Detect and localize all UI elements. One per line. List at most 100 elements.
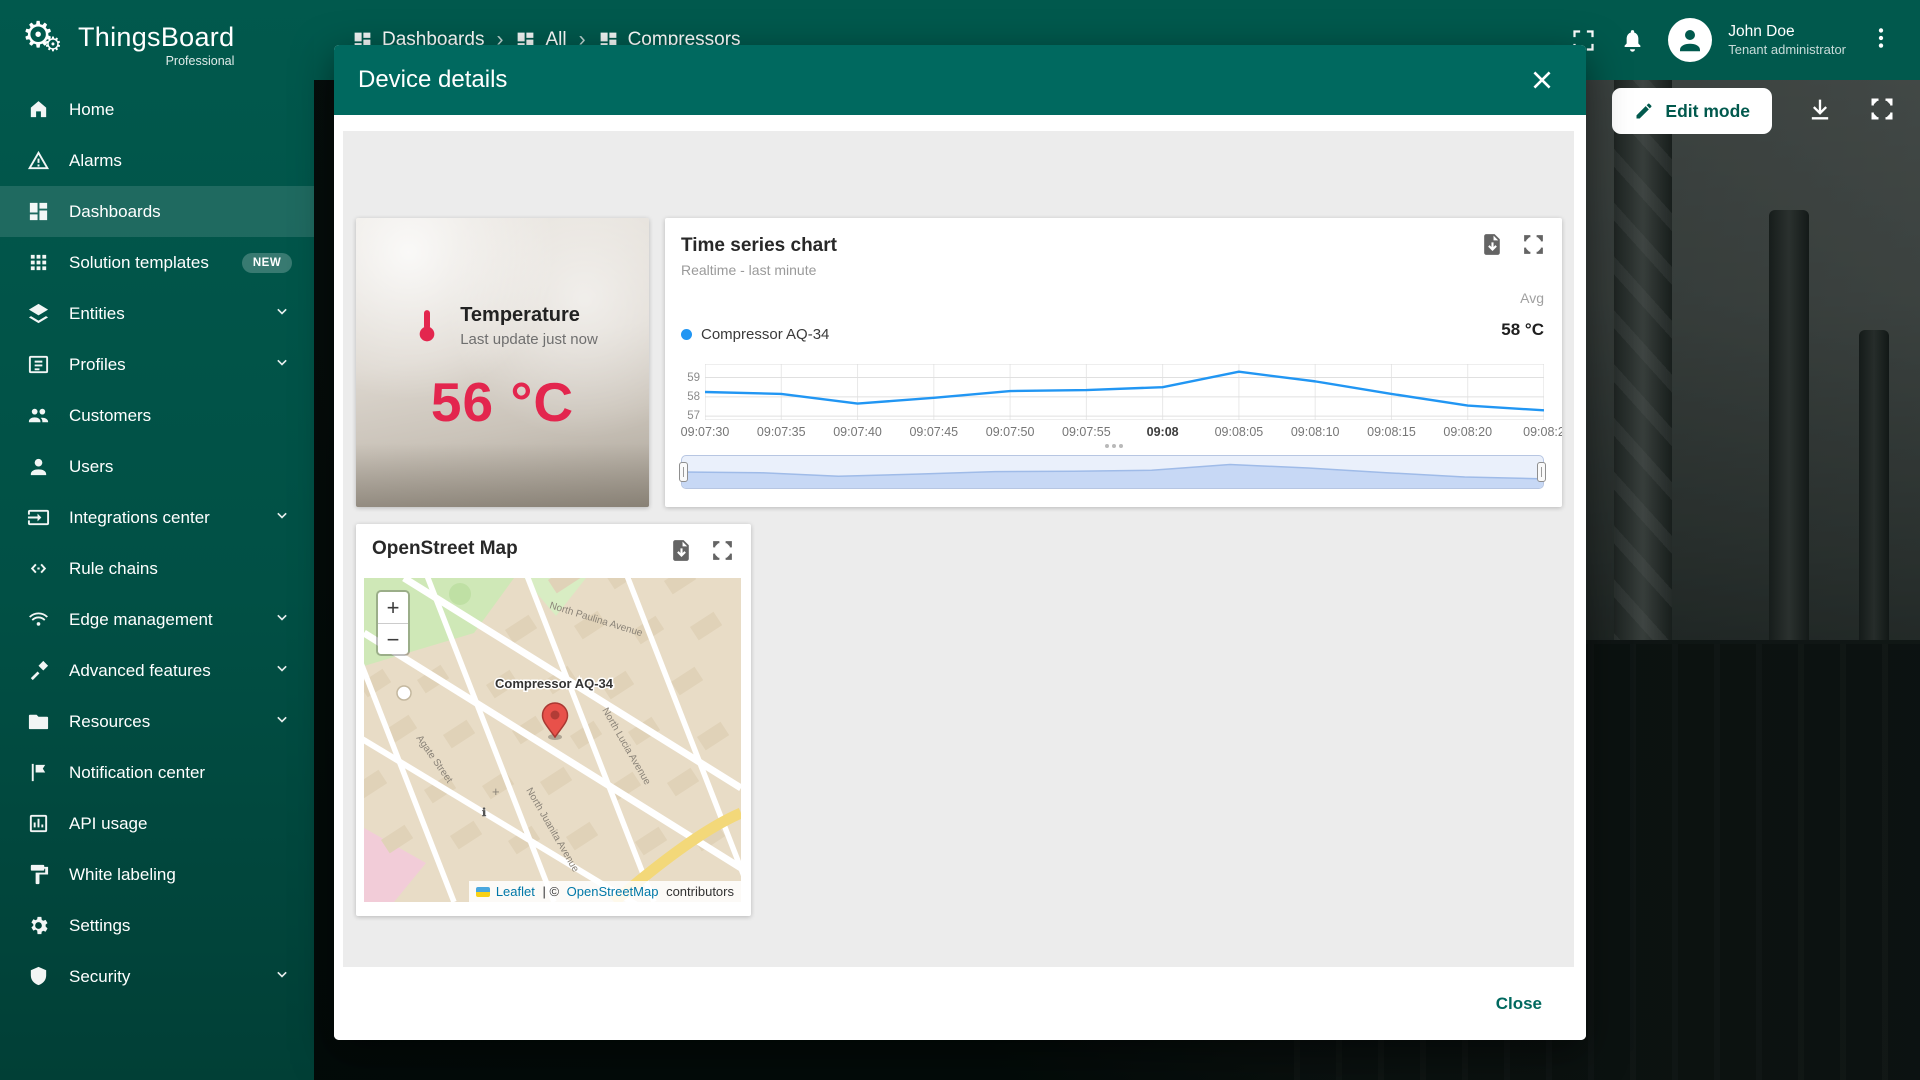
aggregation-label: Avg xyxy=(1501,290,1544,306)
person-icon xyxy=(26,455,50,479)
sidebar-item-edge-management[interactable]: Edge management xyxy=(0,594,314,645)
sidebar-item-home[interactable]: Home xyxy=(0,84,314,135)
navigator-right-handle[interactable] xyxy=(1537,462,1546,482)
chart-range-navigator[interactable] xyxy=(681,455,1544,489)
warning-triangle-icon xyxy=(26,149,50,173)
export-data-icon[interactable] xyxy=(1480,232,1505,257)
leaflet-link[interactable]: Leaflet xyxy=(496,884,535,899)
sidebar-item-resources[interactable]: Resources xyxy=(0,696,314,747)
line-chart: 595857 xyxy=(681,364,1544,420)
sidebar-item-settings[interactable]: Settings xyxy=(0,900,314,951)
sidebar-item-api-usage[interactable]: API usage xyxy=(0,798,314,849)
zoom-in-button[interactable]: + xyxy=(378,592,408,623)
dialog-footer: Close xyxy=(334,967,1586,1040)
topbar-actions: John Doe Tenant administrator xyxy=(1570,18,1920,62)
sidebar-item-customers[interactable]: Customers xyxy=(0,390,314,441)
chevron-down-icon xyxy=(272,352,292,377)
openstreetmap-link[interactable]: OpenStreetMap xyxy=(567,884,659,899)
navigator-area xyxy=(682,456,1543,488)
dialog-header: Device details xyxy=(334,45,1586,115)
timeseries-title: Time series chart xyxy=(681,235,1562,257)
sidebar-item-entities[interactable]: Entities xyxy=(0,288,314,339)
sidebar-item-advanced-features[interactable]: Advanced features xyxy=(0,645,314,696)
chart-legend[interactable]: Compressor AQ-34 xyxy=(681,326,829,343)
person-icon xyxy=(1675,25,1705,55)
tools-icon xyxy=(26,659,50,683)
download-icon[interactable] xyxy=(1806,95,1834,128)
chevron-down-icon xyxy=(272,709,292,734)
navigator-left-handle[interactable] xyxy=(679,462,688,482)
export-data-icon[interactable] xyxy=(669,538,694,563)
temperature-widget: Temperature Last update just now 56 °C xyxy=(356,218,649,507)
code-brackets-icon xyxy=(26,557,50,581)
navigator-grip[interactable] xyxy=(1105,444,1123,448)
antenna-wifi-icon xyxy=(26,608,50,632)
sidebar-item-profiles[interactable]: Profiles xyxy=(0,339,314,390)
sidebar-item-solution-templates[interactable]: Solution templates NEW xyxy=(0,237,314,288)
thingsboard-gears-icon: ⚙⚙ xyxy=(22,18,68,64)
flag-icon xyxy=(26,761,50,785)
chevron-down-icon xyxy=(272,301,292,326)
legend-series-name: Compressor AQ-34 xyxy=(701,326,829,343)
sidebar-item-white-labeling[interactable]: White labeling xyxy=(0,849,314,900)
apps-grid-icon xyxy=(26,251,50,275)
zoom-out-button[interactable]: − xyxy=(378,623,408,654)
dashboard-toolbar: Edit mode xyxy=(1612,88,1896,134)
user-avatar[interactable] xyxy=(1668,18,1712,62)
app-edition: Professional xyxy=(166,54,235,68)
temperature-title: Temperature xyxy=(460,304,598,327)
sidebar-item-users[interactable]: Users xyxy=(0,441,314,492)
thermometer-icon xyxy=(407,306,447,346)
new-badge: NEW xyxy=(242,253,292,273)
user-name: John Doe xyxy=(1728,22,1846,41)
openstreet-map-widget: OpenStreet Map xyxy=(356,524,751,916)
close-button[interactable]: Close xyxy=(1482,984,1556,1024)
user-info: John Doe Tenant administrator xyxy=(1728,22,1846,58)
device-details-dialog: Device details Temperature Last update j… xyxy=(334,45,1586,1040)
map-cross-glyph: + xyxy=(492,784,500,799)
chevron-down-icon xyxy=(272,658,292,683)
map-attribution: Leaflet | © OpenStreetMap contributors xyxy=(469,881,741,902)
chevron-down-icon xyxy=(272,964,292,989)
map-zoom-control: + − xyxy=(376,590,410,656)
sidebar-item-integrations-center[interactable]: Integrations center xyxy=(0,492,314,543)
gear-icon xyxy=(26,914,50,938)
marker-label: Compressor AQ-34 xyxy=(495,676,614,691)
folder-icon xyxy=(26,710,50,734)
aggregation-value: 58 °C xyxy=(1501,320,1544,340)
app-name: ThingsBoard xyxy=(78,22,234,53)
pencil-icon xyxy=(1634,101,1654,121)
people-icon xyxy=(26,404,50,428)
temperature-last-update: Last update just now xyxy=(460,331,598,348)
layers-icon xyxy=(26,302,50,326)
sidebar-nav: Home Alarms Dashboards Solution template… xyxy=(0,80,314,1002)
input-arrow-icon xyxy=(26,506,50,530)
sidebar-item-notification-center[interactable]: Notification center xyxy=(0,747,314,798)
sidebar-item-rule-chains[interactable]: Rule chains xyxy=(0,543,314,594)
legend-dot xyxy=(681,329,692,340)
app-logo[interactable]: ⚙⚙ ThingsBoard Professional xyxy=(0,0,314,80)
notifications-bell-icon[interactable] xyxy=(1619,27,1646,54)
chevron-down-icon xyxy=(272,505,292,530)
kebab-menu-icon[interactable] xyxy=(1868,25,1894,56)
dialog-body: Temperature Last update just now 56 °C T… xyxy=(334,115,1586,967)
map-canvas[interactable]: ℹ + North Paulina Avenue Agate Street No… xyxy=(364,578,741,902)
chart-in-box-icon xyxy=(26,812,50,836)
sidebar-item-dashboards[interactable]: Dashboards xyxy=(0,186,314,237)
expand-widget-icon[interactable] xyxy=(1521,232,1546,257)
dashboards-icon xyxy=(26,200,50,224)
line-chart-plot xyxy=(705,364,1544,420)
close-icon[interactable] xyxy=(1522,60,1562,100)
sidebar-item-alarms[interactable]: Alarms xyxy=(0,135,314,186)
user-role: Tenant administrator xyxy=(1728,42,1846,58)
edit-mode-button[interactable]: Edit mode xyxy=(1612,88,1772,134)
expand-widget-icon[interactable] xyxy=(710,538,735,563)
sidebar-item-security[interactable]: Security xyxy=(0,951,314,1002)
y-axis-labels: 595857 xyxy=(681,364,705,420)
timeseries-widget: Time series chart Realtime - last minute… xyxy=(665,218,1562,507)
sidebar: ⚙⚙ ThingsBoard Professional Home Alarms … xyxy=(0,0,314,1080)
edit-mode-label: Edit mode xyxy=(1665,101,1750,122)
map-tiles: ℹ + North Paulina Avenue Agate Street No… xyxy=(364,578,741,902)
paint-format-icon xyxy=(26,863,50,887)
expand-fullscreen-icon[interactable] xyxy=(1868,95,1896,128)
